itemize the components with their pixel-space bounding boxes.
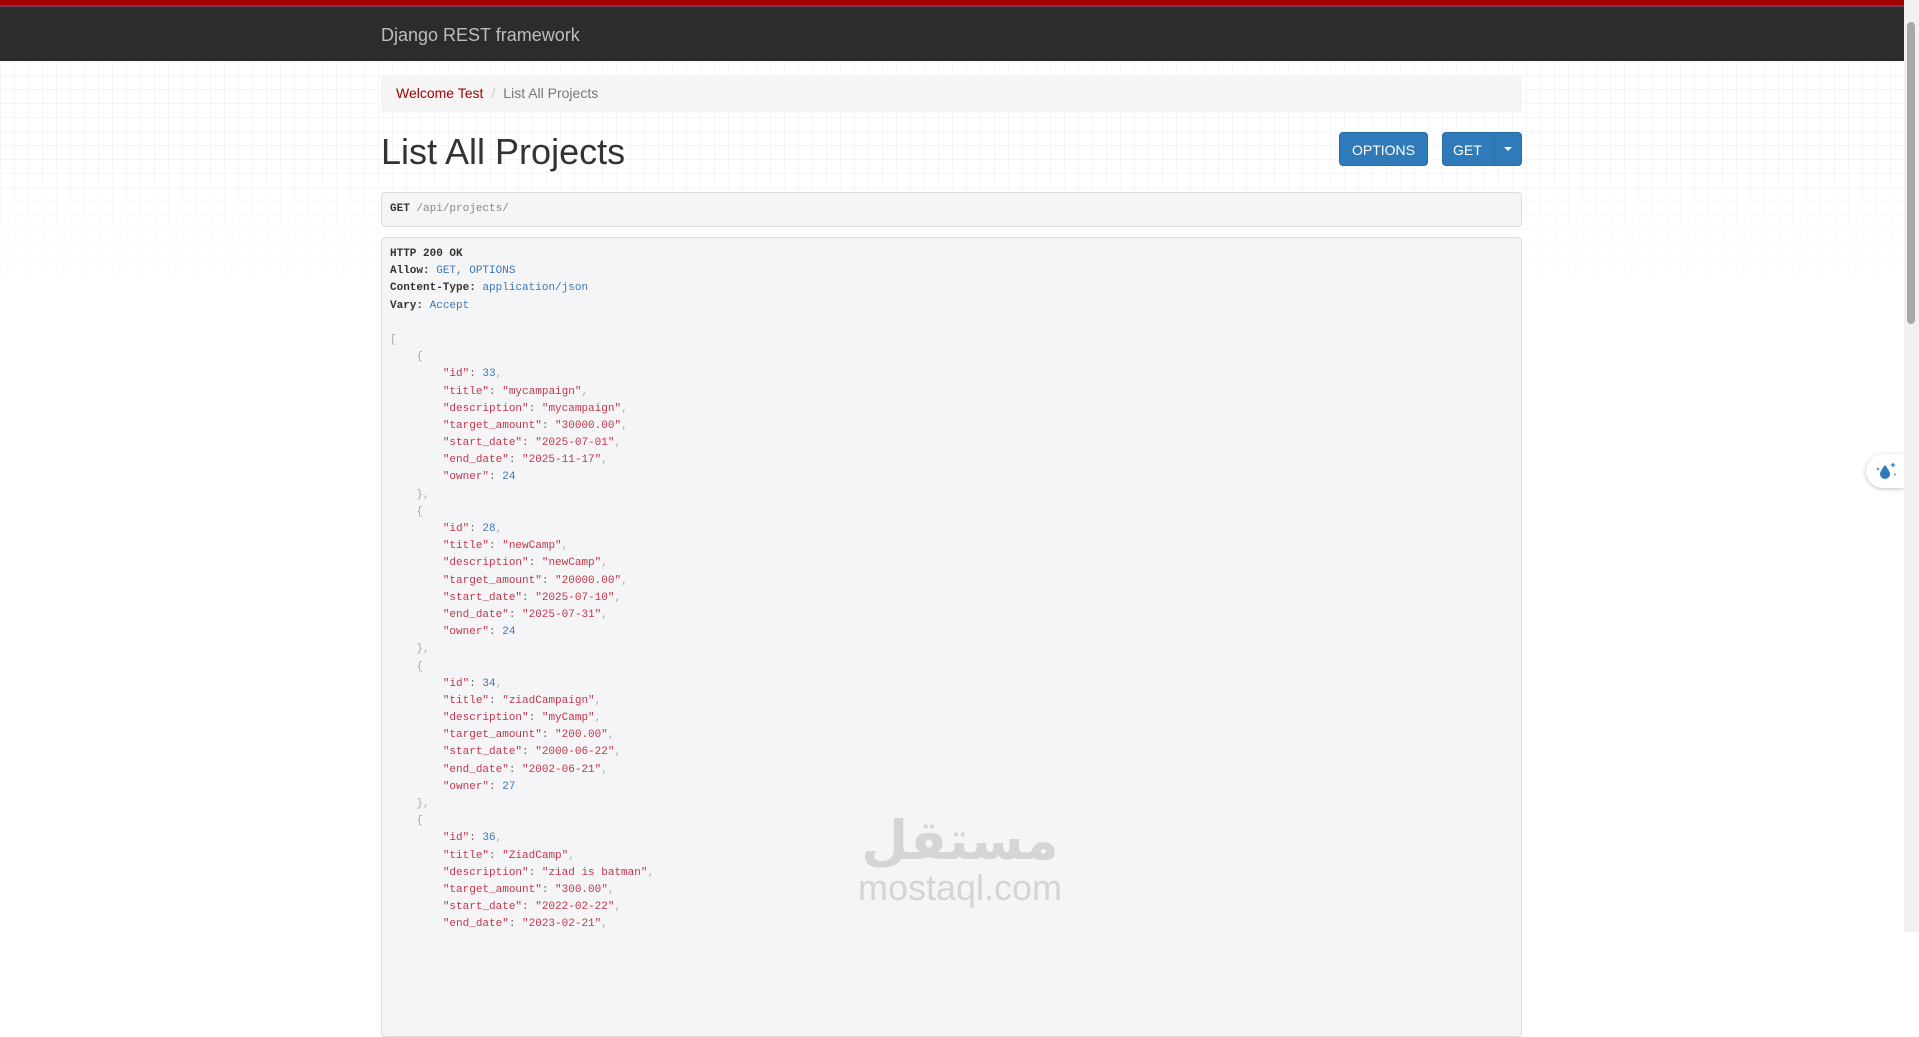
breadcrumb-separator: / bbox=[491, 85, 496, 101]
json-object: { "id": 33, "title": "mycampaign", "desc… bbox=[390, 351, 628, 501]
page-title: List All Projects bbox=[381, 131, 626, 172]
response-header: Allow: GET, OPTIONS bbox=[390, 265, 516, 278]
water-drop-sparkle-icon bbox=[1876, 462, 1897, 479]
scrollbar-thumb[interactable] bbox=[1907, 22, 1915, 324]
watermark-arabic: مستقل bbox=[861, 809, 1059, 872]
request-info: GET /api/projects/ bbox=[381, 192, 1522, 227]
json-open-bracket: [ bbox=[390, 333, 397, 346]
request-method: GET bbox=[390, 203, 410, 215]
watermark-latin: mostaql.com bbox=[857, 867, 1063, 908]
json-object: { "id": 28, "title": "newCamp", "descrip… bbox=[390, 505, 628, 656]
response-info: HTTP 200 OK Allow: GET, OPTIONS Content-… bbox=[381, 237, 1522, 1037]
breadcrumb: Welcome Test / List All Projects bbox=[381, 75, 1522, 112]
request-path: /api/projects/ bbox=[416, 203, 509, 215]
response-header: Content-Type: application/json bbox=[390, 282, 589, 295]
navbar: Django REST framework bbox=[0, 0, 1904, 61]
breadcrumb-link-welcome[interactable]: Welcome Test bbox=[396, 85, 483, 101]
options-button[interactable]: OPTIONS bbox=[1339, 132, 1428, 166]
get-button[interactable]: GET bbox=[1442, 132, 1522, 166]
navbar-brand[interactable]: Django REST framework bbox=[381, 25, 580, 46]
watermark: مستقل mostaql.com bbox=[843, 812, 1077, 906]
breadcrumb-active: List All Projects bbox=[503, 85, 599, 101]
floating-widget[interactable] bbox=[1866, 454, 1904, 488]
json-object: { "id": 34, "title": "ziadCampaign", "de… bbox=[390, 660, 622, 811]
get-button-label: GET bbox=[1453, 142, 1482, 158]
vertical-scrollbar[interactable] bbox=[1904, 0, 1919, 932]
response-header: Vary: Accept bbox=[390, 299, 470, 312]
response-status: HTTP 200 OK bbox=[390, 248, 463, 260]
get-dropdown-caret-icon[interactable] bbox=[1494, 133, 1521, 165]
